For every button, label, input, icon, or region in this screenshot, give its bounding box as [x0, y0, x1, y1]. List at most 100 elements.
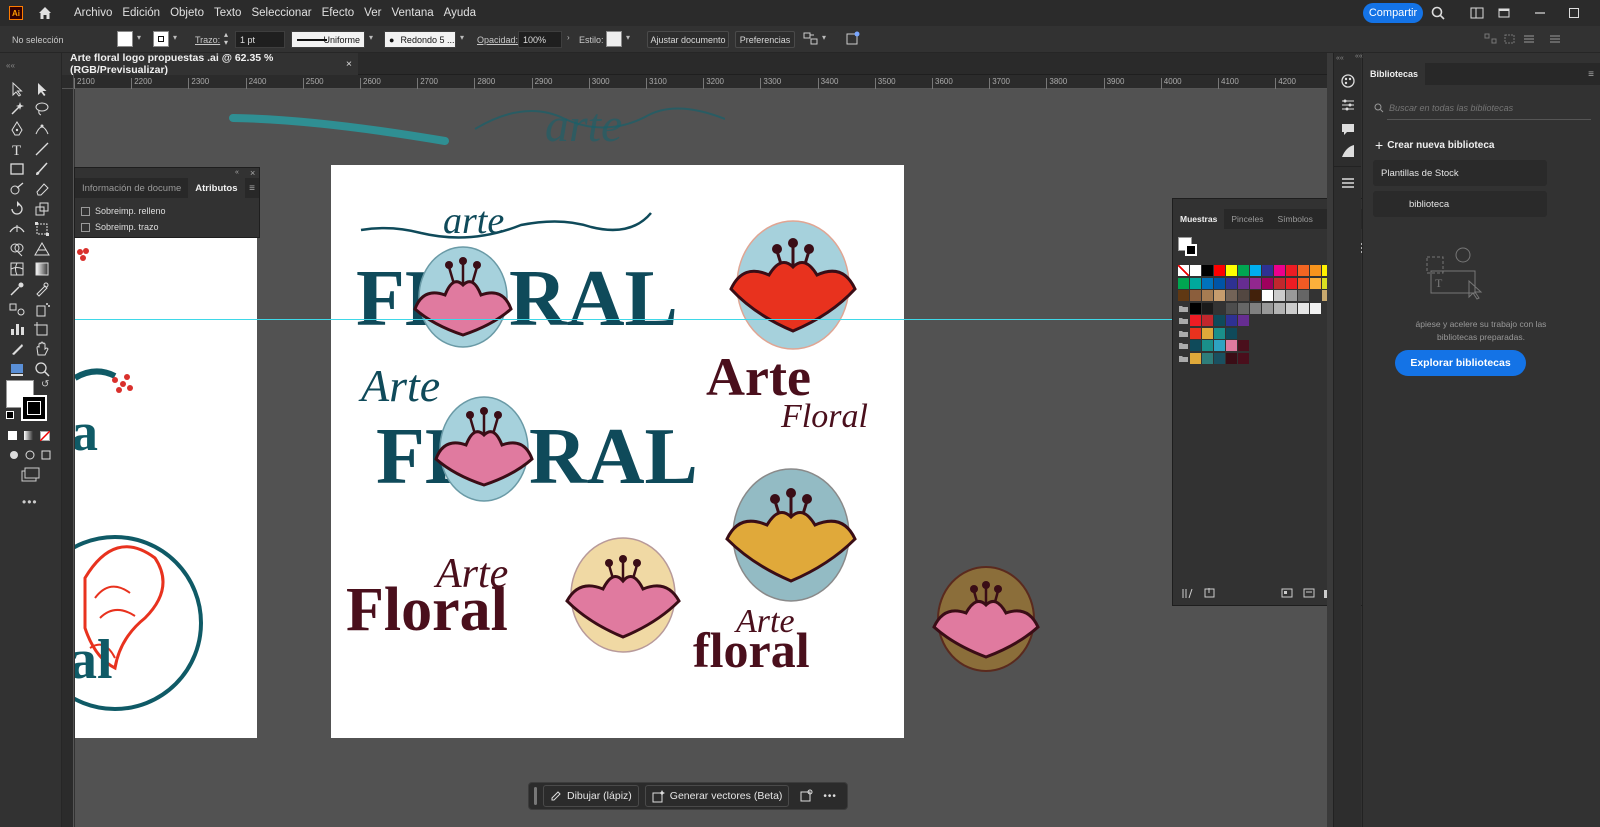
- offboard-artwork[interactable]: arte: [225, 89, 725, 169]
- swatch-chip[interactable]: [1202, 327, 1213, 339]
- draw-inside-icon[interactable]: [40, 449, 52, 461]
- ruler-origin[interactable]: [62, 75, 74, 89]
- create-library-button[interactable]: + Crear nueva biblioteca: [1375, 137, 1494, 153]
- fit-document-button[interactable]: Ajustar documento: [647, 31, 729, 48]
- swatch-chip[interactable]: [1178, 290, 1189, 301]
- stroke-label[interactable]: Trazo:: [195, 35, 220, 45]
- swatch-chip[interactable]: [1190, 327, 1201, 339]
- line-tool-icon[interactable]: [33, 140, 51, 158]
- tab-brushes[interactable]: Pinceles: [1224, 209, 1270, 229]
- swatch-chip[interactable]: [1238, 302, 1249, 314]
- swatch-chip[interactable]: [1190, 302, 1201, 314]
- toggle-screen-mode-icon[interactable]: [8, 360, 26, 378]
- swatch-chip[interactable]: [1274, 277, 1285, 289]
- width-tool-icon[interactable]: [8, 220, 26, 238]
- edit-toolbar-icon[interactable]: •••: [22, 495, 38, 509]
- home-icon[interactable]: [37, 5, 53, 21]
- generate-vectors-button[interactable]: Generar vectores (Beta): [644, 785, 790, 807]
- gradient-panel-icon[interactable]: [1340, 143, 1356, 159]
- menu-seleccionar[interactable]: Seleccionar: [246, 7, 316, 19]
- offboard-logo-icon[interactable]: [930, 563, 1040, 675]
- libraries-collapse-icon[interactable]: ««: [1355, 53, 1363, 60]
- swatch-chip[interactable]: [1190, 340, 1201, 351]
- swatch-chip[interactable]: [1202, 277, 1213, 289]
- opacity-dropdown-icon[interactable]: ›: [567, 33, 575, 42]
- column-graph-tool-icon[interactable]: [8, 320, 26, 338]
- stock-templates-item[interactable]: Plantillas de Stock: [1373, 160, 1547, 186]
- recolor-icon[interactable]: [845, 30, 861, 46]
- shape-builder-tool-icon[interactable]: [8, 240, 26, 258]
- stroke-color-box[interactable]: [21, 395, 47, 421]
- menu-ventana[interactable]: Ventana: [386, 7, 438, 19]
- symbol-sprayer-tool-icon[interactable]: [33, 300, 51, 318]
- swatch-chip[interactable]: [1202, 302, 1213, 314]
- none-mode-icon[interactable]: [40, 431, 50, 441]
- fill-dropdown-icon[interactable]: ▾: [137, 33, 145, 42]
- transform-icon[interactable]: [1503, 33, 1517, 45]
- blend-tool-icon[interactable]: [8, 300, 26, 318]
- horizontal-guide[interactable]: [75, 319, 1175, 320]
- search-icon[interactable]: [1431, 6, 1445, 20]
- swatch-chip[interactable]: [1178, 277, 1189, 289]
- stroke-weight-field[interactable]: 1 pt: [235, 31, 285, 48]
- preferences-button[interactable]: Preferencias: [735, 31, 795, 48]
- swatch-chip[interactable]: [1214, 265, 1225, 276]
- properties-panel-icon[interactable]: [1340, 97, 1356, 113]
- swatch-chip[interactable]: [1190, 352, 1201, 364]
- swatch-chip[interactable]: [1202, 290, 1213, 301]
- menu-archivo[interactable]: Archivo: [69, 7, 117, 19]
- menu-edicion[interactable]: Edición: [117, 7, 165, 19]
- opacity-field[interactable]: 100%: [518, 31, 562, 48]
- artboard-left[interactable]: a al: [75, 238, 257, 738]
- swatch-chip[interactable]: [1226, 315, 1237, 326]
- canvas[interactable]: arte a al arte FL RAL Arte FL RAL Arte F…: [75, 89, 1327, 827]
- tab-symbols[interactable]: Símbolos: [1270, 209, 1319, 229]
- color-group-icon[interactable]: [1302, 587, 1316, 599]
- pen-tool-icon[interactable]: [8, 120, 26, 138]
- selection-tool-icon[interactable]: [8, 80, 26, 98]
- maximize-icon[interactable]: [1567, 6, 1581, 20]
- swatch-chip[interactable]: [1214, 327, 1225, 339]
- swatch-chip[interactable]: [1310, 290, 1321, 301]
- swatch-chip[interactable]: [1190, 265, 1201, 276]
- rectangle-tool-icon[interactable]: [8, 160, 26, 178]
- swatch-chip[interactable]: [1310, 277, 1321, 289]
- libraries-menu-icon[interactable]: ≡: [1588, 69, 1594, 80]
- swatch-libraries-icon[interactable]: [1181, 587, 1195, 599]
- swatch-chip[interactable]: [1250, 302, 1261, 314]
- swatch-chip[interactable]: [1190, 277, 1201, 289]
- attributes-close-icon[interactable]: ×: [250, 168, 255, 178]
- ctx-more-icon[interactable]: •••: [823, 791, 837, 802]
- swatch-chip[interactable]: [1286, 302, 1297, 314]
- perspective-grid-tool-icon[interactable]: [33, 240, 51, 258]
- swatch-chip[interactable]: [1238, 340, 1249, 351]
- overprint-stroke-checkbox[interactable]: [81, 222, 90, 232]
- tab-attributes[interactable]: Atributos: [188, 178, 245, 198]
- hand-tool-icon[interactable]: [33, 340, 51, 358]
- swatch-chip[interactable]: [1310, 302, 1321, 314]
- draw-normal-icon[interactable]: [8, 449, 20, 461]
- tab-swatches[interactable]: Muestras: [1173, 209, 1225, 229]
- tab-document-info[interactable]: Información de docume: [75, 178, 188, 198]
- scale-tool-icon[interactable]: [33, 200, 51, 218]
- swatch-chip[interactable]: [1286, 277, 1297, 289]
- overprint-fill-checkbox[interactable]: [81, 206, 90, 216]
- swatch-chip[interactable]: [1202, 315, 1213, 326]
- document-tab[interactable]: Arte floral logo propuestas .ai @ 62.35 …: [62, 52, 358, 76]
- swatch-chip[interactable]: [1238, 265, 1249, 276]
- paintbrush-tool-icon[interactable]: [33, 160, 51, 178]
- align-icon[interactable]: [1484, 33, 1498, 45]
- type-tool-icon[interactable]: T: [8, 140, 26, 158]
- swatch-chip[interactable]: [1298, 302, 1309, 314]
- swatch-chip[interactable]: [1262, 302, 1273, 314]
- menu-texto[interactable]: Texto: [209, 7, 247, 19]
- lasso-tool-icon[interactable]: [33, 100, 51, 118]
- distribute-icon[interactable]: [1522, 33, 1536, 45]
- control-menu-icon[interactable]: [1548, 33, 1562, 45]
- swatch-chip[interactable]: [1190, 290, 1201, 301]
- swatch-chip[interactable]: [1226, 327, 1237, 339]
- swatch-chip[interactable]: [1214, 277, 1225, 289]
- artboard-main[interactable]: arte FL RAL Arte FL RAL Arte Floral Arte…: [331, 165, 904, 738]
- vertical-ruler[interactable]: [62, 89, 74, 827]
- mesh-tool-icon[interactable]: [8, 260, 26, 278]
